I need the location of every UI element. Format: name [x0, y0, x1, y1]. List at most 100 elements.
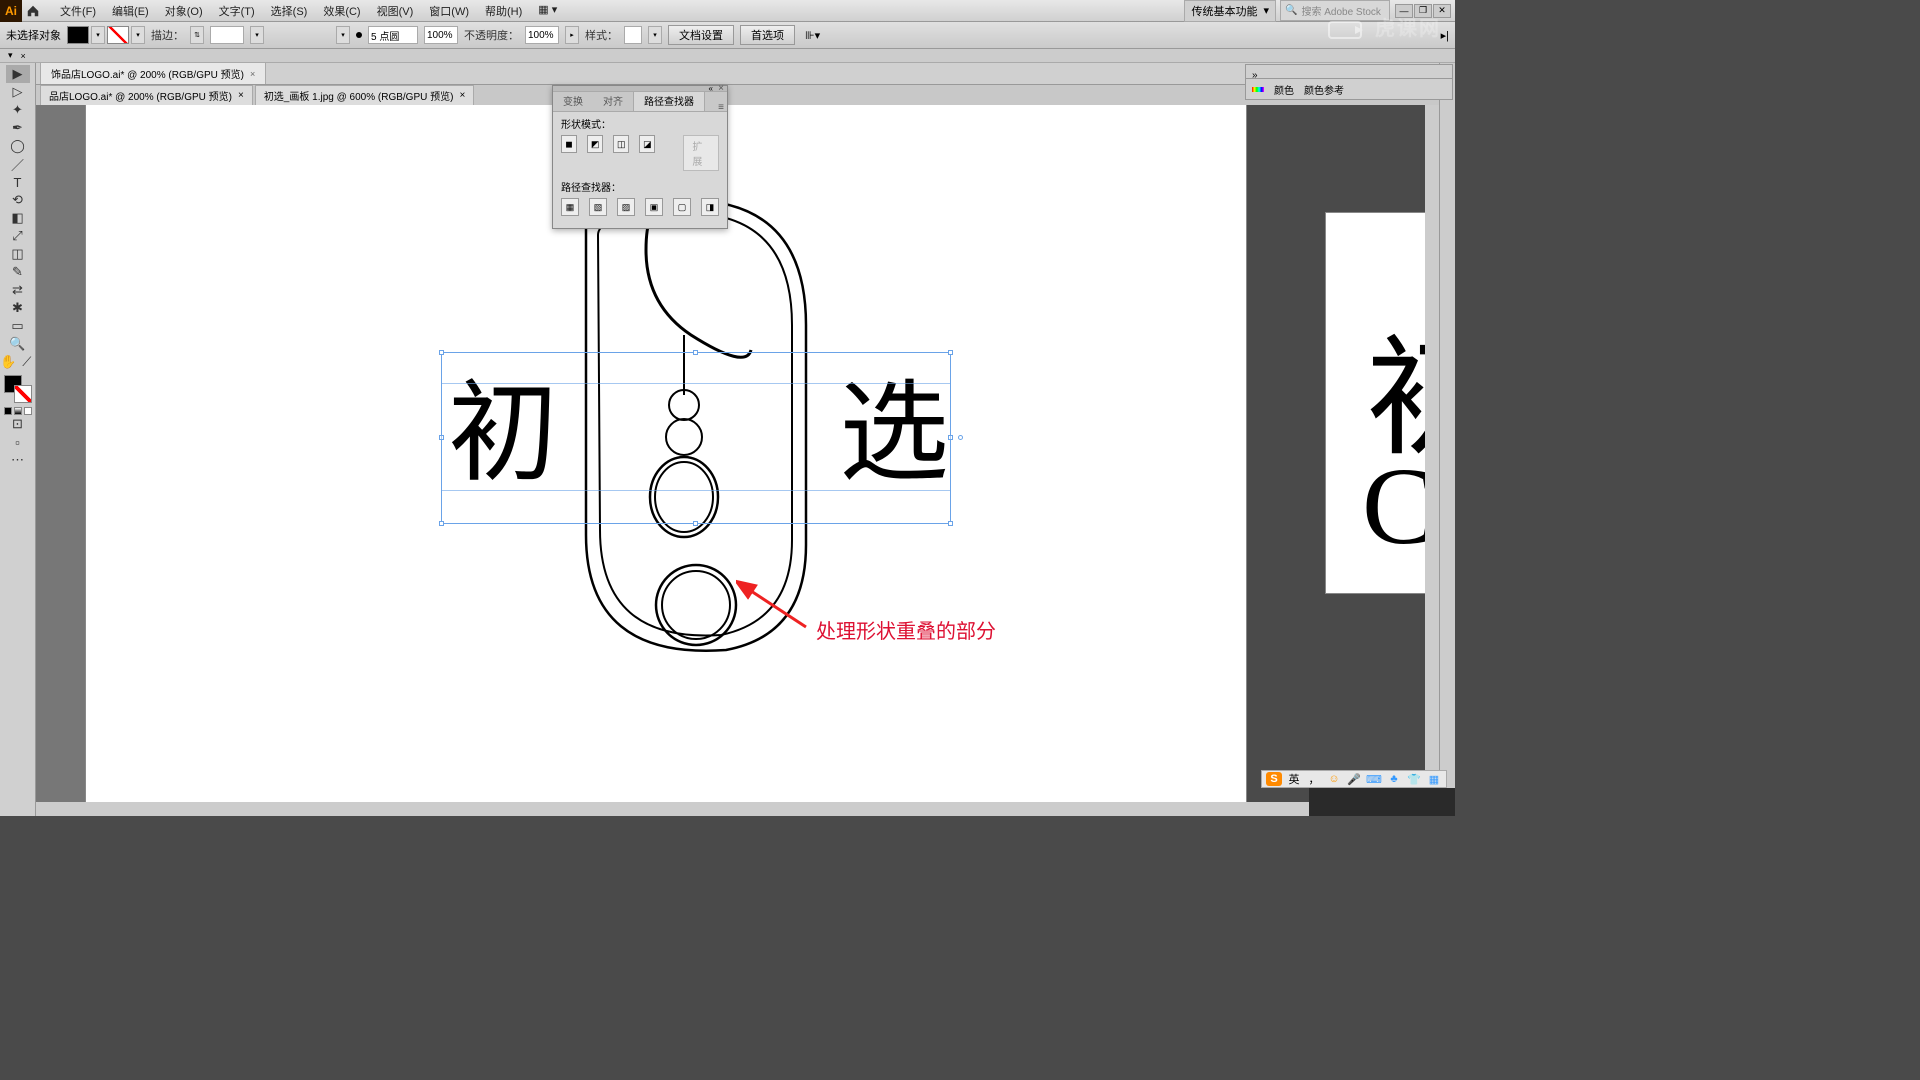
- opacity-input[interactable]: [525, 26, 559, 44]
- zoom-tool[interactable]: 🔍: [6, 335, 30, 353]
- intersect-icon[interactable]: ◫: [613, 135, 629, 153]
- direct-selection-tool[interactable]: ▷: [6, 83, 30, 101]
- opacity-label: 不透明度：: [464, 27, 519, 43]
- brush-dot-icon: [356, 32, 362, 38]
- fill-stroke-toggle[interactable]: [4, 375, 32, 403]
- merge-icon[interactable]: ▨: [617, 198, 635, 216]
- home-button[interactable]: [22, 0, 44, 22]
- panel-toggle-icon[interactable]: ▸|: [1441, 29, 1449, 42]
- menu-help[interactable]: 帮助(H): [477, 3, 530, 19]
- close-icon[interactable]: ×: [250, 69, 255, 79]
- ime-emoji-icon[interactable]: ☺: [1326, 772, 1342, 786]
- menu-view[interactable]: 视图(V): [369, 3, 422, 19]
- close-icon[interactable]: ×: [459, 90, 465, 101]
- scale-tool[interactable]: ⤢: [6, 227, 30, 245]
- arrange-docs-icon[interactable]: ▦ ▾: [530, 3, 565, 19]
- expand-button[interactable]: 扩展: [683, 135, 719, 171]
- ime-settings-icon[interactable]: ▦: [1426, 772, 1442, 786]
- stroke-weight-input[interactable]: [210, 26, 244, 44]
- document-tabs-nested: 品店LOGO.ai* @ 200% (RGB/GPU 预览) × 初选_画板 1…: [36, 85, 1439, 105]
- panel-collapse-icon[interactable]: «: [709, 84, 713, 93]
- sogou-icon[interactable]: S: [1266, 772, 1282, 786]
- chevron-down-icon: ▾: [1263, 4, 1269, 17]
- slice-tool[interactable]: ⟋: [21, 353, 33, 371]
- ime-tool-icon[interactable]: ♣: [1386, 772, 1402, 786]
- exclude-icon[interactable]: ◪: [639, 135, 655, 153]
- ime-skin-icon[interactable]: 👕: [1406, 772, 1422, 786]
- fill-dd[interactable]: ▾: [91, 26, 105, 44]
- selection-tool[interactable]: ▶: [6, 65, 30, 83]
- doc-tab-1[interactable]: 饰品店LOGO.ai* @ 200% (RGB/GPU 预览) ×: [40, 63, 266, 84]
- unite-icon[interactable]: ◼: [561, 135, 577, 153]
- magic-wand-tool[interactable]: ✦: [6, 101, 30, 119]
- panel-close-icon[interactable]: ×: [718, 83, 724, 94]
- align-icon[interactable]: ⊪▾: [805, 29, 820, 42]
- tab-strip-dock[interactable]: ▾: [8, 50, 13, 61]
- opacity2-input[interactable]: [424, 26, 458, 44]
- edit-toolbar[interactable]: ⋯: [6, 451, 30, 469]
- artboard-tool[interactable]: ▭: [6, 317, 30, 335]
- stroke-color-dd[interactable]: ▾: [131, 26, 145, 44]
- stroke-swatch[interactable]: [14, 385, 32, 403]
- rotate-tool[interactable]: ⟲: [6, 191, 30, 209]
- doc-setup-button[interactable]: 文档设置: [668, 25, 734, 45]
- transform-tab[interactable]: 变换: [553, 90, 593, 111]
- doc-tab-2b[interactable]: 初选_画板 1.jpg @ 600% (RGB/GPU 预览) ×: [255, 85, 475, 105]
- canvas[interactable]: 初 选: [36, 105, 1425, 802]
- menu-type[interactable]: 文字(T): [211, 3, 263, 19]
- var-width-dd[interactable]: ▾: [336, 26, 350, 44]
- vertical-scrollbar[interactable]: [1425, 105, 1439, 802]
- type-tool[interactable]: T: [6, 173, 30, 191]
- outline-icon[interactable]: ▢: [673, 198, 691, 216]
- stroke-weight-stepper[interactable]: ⇅: [190, 26, 204, 44]
- minus-front-icon[interactable]: ◩: [587, 135, 603, 153]
- screen-mode[interactable]: ⊡: [6, 415, 30, 433]
- eraser-tool[interactable]: ◧: [6, 209, 30, 227]
- draw-mode[interactable]: ▫: [6, 433, 30, 451]
- stroke-color[interactable]: [107, 26, 129, 44]
- blend-tool[interactable]: ⇄: [6, 281, 30, 299]
- horizontal-scrollbar[interactable]: [36, 802, 1425, 816]
- eyedropper-tool[interactable]: ✎: [6, 263, 30, 281]
- minus-back-icon[interactable]: ◨: [701, 198, 719, 216]
- none-mode[interactable]: [24, 407, 32, 415]
- symbol-sprayer-tool[interactable]: ✱: [6, 299, 30, 317]
- shape-builder-tool[interactable]: ◫: [6, 245, 30, 263]
- pen-tool[interactable]: ✒: [6, 119, 30, 137]
- ime-lang[interactable]: 英: [1286, 772, 1302, 786]
- ellipse-tool[interactable]: ◯: [6, 137, 30, 155]
- fill-color[interactable]: [67, 26, 89, 44]
- doc-tab-2a[interactable]: 品店LOGO.ai* @ 200% (RGB/GPU 预览) ×: [40, 85, 253, 105]
- hand-tool[interactable]: ✋: [2, 353, 14, 371]
- paintbrush-tool[interactable]: ／: [6, 155, 30, 173]
- brush-input[interactable]: [368, 26, 418, 44]
- divide-icon[interactable]: ▦: [561, 198, 579, 216]
- menu-effect[interactable]: 效果(C): [315, 3, 368, 19]
- menu-object[interactable]: 对象(O): [157, 3, 211, 19]
- watermark: 虎课网: [1327, 12, 1441, 42]
- opacity-dd[interactable]: ▸: [565, 26, 579, 44]
- ime-keyboard-icon[interactable]: ⌨: [1366, 772, 1382, 786]
- gradient-mode[interactable]: [14, 407, 22, 415]
- pathfinder-tab[interactable]: 路径查找器: [633, 89, 705, 111]
- color-mode[interactable]: [4, 407, 12, 415]
- crop-icon[interactable]: ▣: [645, 198, 663, 216]
- menu-edit[interactable]: 编辑(E): [104, 3, 157, 19]
- stroke-weight-dd[interactable]: ▾: [250, 26, 264, 44]
- ime-punct[interactable]: ，: [1306, 772, 1322, 786]
- ime-voice-icon[interactable]: 🎤: [1346, 772, 1362, 786]
- menu-file[interactable]: 文件(F): [52, 3, 104, 19]
- menu-window[interactable]: 窗口(W): [421, 3, 477, 19]
- panel-menu-icon[interactable]: ≡: [718, 102, 724, 113]
- close-icon[interactable]: ×: [238, 90, 244, 101]
- tab-strip-close[interactable]: ×: [21, 51, 26, 61]
- menu-select[interactable]: 选择(S): [263, 3, 316, 19]
- style-dd[interactable]: ▾: [648, 26, 662, 44]
- workspace-switcher[interactable]: 传统基本功能 ▾: [1184, 0, 1276, 22]
- right-dock-strip[interactable]: [1439, 63, 1455, 816]
- color-collapsed-panel[interactable]: 颜色 颜色参考: [1245, 78, 1453, 100]
- prefs-button[interactable]: 首选项: [740, 25, 795, 45]
- align-tab[interactable]: 对齐: [593, 90, 633, 111]
- style-swatch[interactable]: [624, 26, 642, 44]
- trim-icon[interactable]: ▧: [589, 198, 607, 216]
